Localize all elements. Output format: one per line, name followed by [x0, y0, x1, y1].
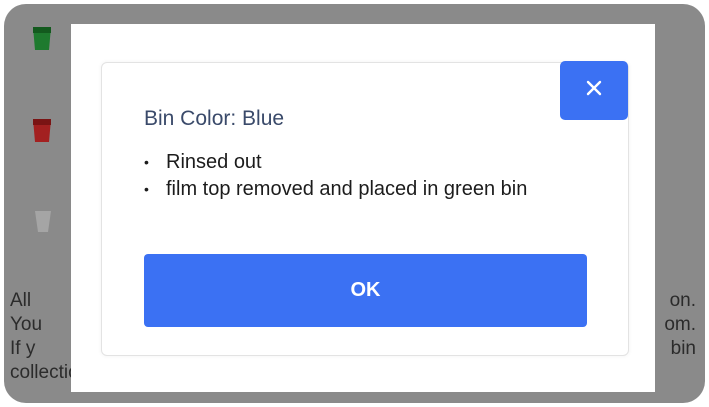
- app-frame: All on. You om. If y bin collection. Bin…: [4, 4, 705, 403]
- modal-sheet: Bin Color: Blue • Rinsed out • film top …: [71, 24, 655, 392]
- list-item: • film top removed and placed in green b…: [144, 176, 564, 203]
- ok-button[interactable]: OK: [144, 254, 587, 327]
- close-icon: [586, 80, 602, 101]
- bullet-icon: •: [144, 181, 149, 197]
- instruction-list: • Rinsed out • film top removed and plac…: [144, 149, 564, 203]
- bin-info-dialog: Bin Color: Blue • Rinsed out • film top …: [101, 61, 629, 356]
- close-button[interactable]: [560, 61, 628, 120]
- list-item: • Rinsed out: [144, 149, 564, 176]
- green-bin-icon: [32, 25, 52, 51]
- dialog-title: Bin Color: Blue: [144, 107, 285, 130]
- bullet-icon: •: [144, 154, 149, 170]
- list-item-text: Rinsed out: [166, 151, 262, 173]
- list-item-text: film top removed and placed in green bin: [166, 178, 528, 200]
- red-bin-icon: [32, 117, 52, 143]
- gray-bin-icon: [34, 209, 54, 235]
